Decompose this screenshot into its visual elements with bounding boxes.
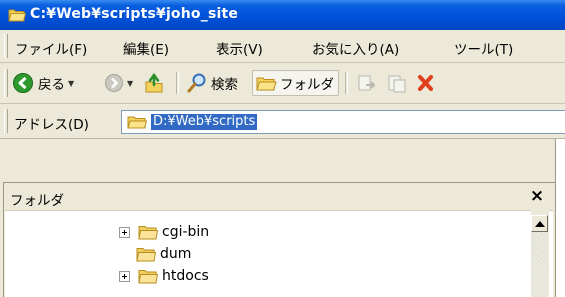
folder-icon xyxy=(136,248,156,262)
toolbar-separator xyxy=(345,72,348,94)
back-button[interactable]: 戻る ▼ xyxy=(12,71,77,95)
folder-pane-header: フォルダ × xyxy=(5,184,553,211)
folder-icon xyxy=(127,116,147,129)
search-button[interactable]: 検索 xyxy=(186,71,238,95)
forward-arrow-icon xyxy=(105,74,123,92)
expand-icon[interactable] xyxy=(119,226,130,238)
scroll-track[interactable] xyxy=(531,232,548,297)
close-icon[interactable]: × xyxy=(527,186,547,206)
folder-icon xyxy=(138,226,158,240)
back-arrow-icon xyxy=(13,73,33,93)
window-title: C:¥Web¥scripts¥joho_site xyxy=(30,6,239,22)
menu-file[interactable]: ファイル(F) xyxy=(15,38,87,58)
pane-border xyxy=(3,182,4,297)
copy-to-icon xyxy=(388,75,406,93)
forward-button[interactable]: ▼ xyxy=(104,71,136,95)
up-folder-button[interactable] xyxy=(143,71,165,95)
address-label: アドレス(D) xyxy=(14,117,89,133)
folders-button[interactable]: フォルダ xyxy=(252,70,339,96)
pane-border xyxy=(3,182,555,183)
delete-icon xyxy=(418,75,433,91)
folder-pane-title: フォルダ xyxy=(10,193,64,209)
tree-item-label: htdocs xyxy=(162,268,209,284)
address-value: D:¥Web¥scripts xyxy=(151,114,258,130)
search-icon xyxy=(187,73,206,93)
menu-tools[interactable]: ツール(T) xyxy=(454,38,513,58)
address-grip[interactable] xyxy=(4,109,8,133)
menu-bar: ファイル(F) 編集(E) 表示(V) お気に入り(A) ツール(T) xyxy=(0,30,565,63)
content-area-edge xyxy=(555,139,565,297)
search-label: 検索 xyxy=(211,77,238,93)
menu-favorites[interactable]: お気に入り(A) xyxy=(312,38,399,58)
standard-toolbar: 戻る ▼ ▼ 検索 フォルダ xyxy=(0,63,565,104)
folders-icon xyxy=(256,77,277,91)
tree-item-label: cgi-bin xyxy=(162,224,210,240)
folder-icon xyxy=(8,9,26,22)
title-bar[interactable]: C:¥Web¥scripts¥joho_site xyxy=(0,0,565,30)
pane-spacer xyxy=(0,139,565,184)
move-to-button[interactable] xyxy=(356,71,378,95)
tree-item-label: dum xyxy=(160,246,192,262)
delete-button[interactable] xyxy=(416,71,436,95)
folders-label: フォルダ xyxy=(280,77,334,93)
copy-to-button[interactable] xyxy=(386,71,408,95)
menu-edit[interactable]: 編集(E) xyxy=(123,38,169,58)
forward-dropdown-icon[interactable]: ▼ xyxy=(127,79,133,88)
tree-item-htdocs[interactable]: htdocs xyxy=(119,266,209,286)
back-label: 戻る xyxy=(38,77,65,93)
menu-view[interactable]: 表示(V) xyxy=(216,38,263,58)
toolbar-grip[interactable] xyxy=(4,69,8,97)
scroll-up-button[interactable] xyxy=(531,215,548,232)
menu-grip[interactable] xyxy=(4,34,8,58)
folder-icon xyxy=(138,270,158,284)
address-input[interactable]: D:¥Web¥scripts xyxy=(121,110,565,134)
up-folder-icon xyxy=(145,72,163,93)
move-to-icon xyxy=(358,75,376,91)
tree-item-dum[interactable]: dum xyxy=(136,244,191,264)
back-dropdown-icon[interactable]: ▼ xyxy=(68,79,74,88)
tree-item-cgi-bin[interactable]: cgi-bin xyxy=(119,222,209,242)
toolbar-separator xyxy=(176,72,179,94)
expand-icon[interactable] xyxy=(119,270,130,282)
address-bar: アドレス(D) D:¥Web¥scripts xyxy=(0,104,565,139)
